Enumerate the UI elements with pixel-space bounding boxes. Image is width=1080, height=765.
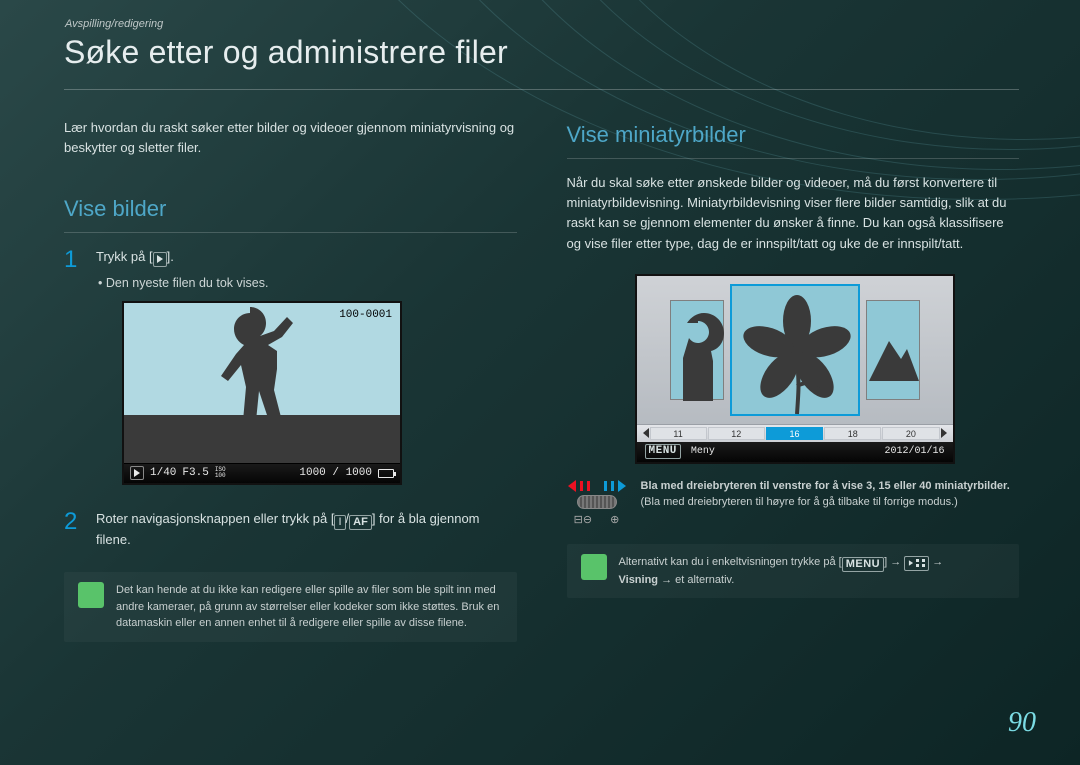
heading-vise-bilder: Vise bilder (64, 192, 517, 233)
af-icon: AF (349, 515, 372, 530)
shots-label: 1000 / 1000 (299, 465, 372, 482)
thumb-1 (670, 300, 724, 400)
dial-arrows-icon (568, 480, 626, 492)
menu-button-icon: MENU (842, 557, 884, 572)
flower-icon: I (334, 515, 345, 530)
note-text: Det kan hende at du ikke kan redigere el… (116, 582, 503, 632)
step2-a: Roter navigasjonsknappen eller trykk på … (96, 511, 334, 526)
thumb-2-focused (730, 284, 860, 416)
dial-instruction: ⊟⊖⊕ Bla med dreiebryteren til venstre fo… (567, 478, 1020, 529)
rn-a: Alternativt kan du i enkeltvisningen try… (619, 556, 842, 568)
rn-b: ] → (884, 556, 904, 568)
date-label: 2012/01/16 (884, 444, 944, 460)
step-number: 2 (64, 509, 86, 556)
rn-c: → (929, 556, 943, 568)
step-number: 1 (64, 247, 86, 499)
battery-icon (378, 469, 394, 478)
step1-post: ]. (167, 249, 174, 264)
zoom-icons: ⊟⊖⊕ (574, 512, 620, 529)
strip-cell-active[interactable]: 16 (766, 427, 823, 440)
strip-cell[interactable]: 11 (650, 427, 707, 440)
step1-text: Trykk på []. (96, 247, 517, 267)
breadcrumb: Avspilling/redigering (65, 18, 163, 30)
camera-screenshot-thumbs: 11 12 16 18 20 MENU Meny 2012/01/16 (635, 274, 955, 464)
note-text-right: Alternativt kan du i enkeltvisningen try… (619, 554, 944, 588)
playback-icon (153, 252, 167, 267)
strip-cell[interactable]: 12 (708, 427, 765, 440)
rn-visning: Visning (619, 574, 659, 586)
file-number-label: 100-0001 (339, 307, 392, 324)
step1-bullet: • Den nyeste filen du tok vises. (98, 274, 517, 293)
note-icon (78, 582, 104, 608)
rn-d: → et alternativ. (658, 574, 734, 586)
dial-icon (577, 495, 617, 509)
strip-cell[interactable]: 20 (882, 427, 939, 440)
date-strip: 11 12 16 18 20 (637, 424, 953, 442)
left-intro: Lær hvordan du raskt søker etter bilder … (64, 118, 517, 158)
step1-bullet-text: Den nyeste filen du tok vises. (106, 276, 269, 290)
page-title: Søke etter og administrere filer (64, 34, 1019, 90)
note-icon (581, 554, 607, 580)
aperture-label: F3.5 (182, 465, 208, 482)
meny-label: Meny (691, 444, 715, 460)
ratio-label: 1/40 (150, 465, 176, 482)
dial-text-bold: Bla med dreiebryteren til venstre for å … (641, 480, 1010, 492)
play-icon (130, 466, 144, 480)
iso-label: ISO100 (215, 467, 226, 479)
step-2: 2 Roter navigasjonsknappen eller trykk p… (64, 509, 517, 556)
strip-prev-icon[interactable] (643, 428, 649, 438)
right-intro: Når du skal søke etter ønskede bilder og… (567, 173, 1020, 254)
note-box-left: Det kan hende at du ikke kan redigere el… (64, 572, 517, 642)
strip-cell[interactable]: 18 (824, 427, 881, 440)
thumb-3 (866, 300, 920, 400)
heading-miniatyrbilder: Vise miniatyrbilder (567, 118, 1020, 159)
page-number: 90 (1008, 707, 1036, 739)
menu-button-icon: MENU (645, 444, 681, 459)
note-box-right: Alternativt kan du i enkeltvisningen try… (567, 544, 1020, 598)
playback-grid-icon (904, 556, 929, 571)
dial-text-plain: (Bla med dreiebryteren til høyre for å g… (641, 496, 958, 508)
step1-pre: Trykk på [ (96, 249, 153, 264)
person-silhouette-icon (180, 303, 320, 441)
step2-text: Roter navigasjonsknappen eller trykk på … (96, 509, 517, 550)
step-1: 1 Trykk på []. • Den nyeste filen du tok… (64, 247, 517, 499)
strip-next-icon[interactable] (941, 428, 947, 438)
camera-screenshot-single: 100-0001 1/40 F3.5 ISO100 1000 / 1000 (122, 301, 402, 485)
right-column: Vise miniatyrbilder Når du skal søke ett… (567, 118, 1020, 642)
left-column: Lær hvordan du raskt søker etter bilder … (64, 118, 517, 642)
